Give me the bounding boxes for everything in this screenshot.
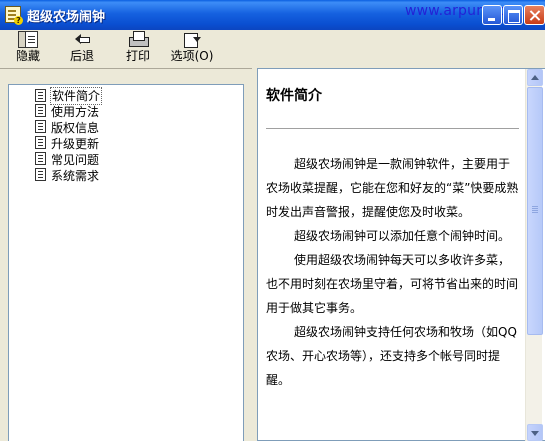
options-label: 选项(O) [170, 49, 214, 63]
toolbar: 隐藏 后退 打印 选项(O) [0, 30, 545, 68]
tree-item-requirements[interactable]: 系统需求 [35, 167, 102, 183]
tree-item-label: 使用方法 [51, 104, 100, 119]
options-button[interactable]: 选项(O) [166, 31, 218, 67]
content-paragraph: 使用超级农场闹钟每天可以多收许多菜，也不用时刻在农场里守着，可将节省出来的时间用… [266, 253, 519, 315]
window-title: 超级农场闹钟 [27, 10, 106, 25]
back-button[interactable]: 后退 [64, 31, 100, 67]
options-menu-icon [180, 31, 204, 48]
document-icon [35, 104, 46, 117]
tree-item-label: 升级更新 [51, 136, 100, 151]
content-title: 软件简介 [266, 88, 322, 104]
print-label: 打印 [125, 49, 150, 63]
tree-item-faq[interactable]: 常见问题 [35, 151, 102, 167]
tree-item-label: 系统需求 [51, 168, 100, 183]
tree-item-updates[interactable]: 升级更新 [35, 135, 102, 151]
document-icon [35, 152, 46, 165]
scroll-thumb[interactable] [527, 87, 543, 335]
tree-item-usage[interactable]: 使用方法 [35, 103, 102, 119]
back-arrow-icon [70, 31, 94, 48]
document-icon [35, 120, 46, 133]
content-scrollbar[interactable] [525, 69, 543, 441]
back-label: 后退 [69, 49, 94, 63]
help-content: 软件简介 超级农场闹钟是一款闹钟软件，主要用于农场收菜提醒，它能在您和好友的“菜… [266, 77, 519, 392]
tree-item-label: 常见问题 [51, 152, 100, 167]
minimize-button[interactable] [482, 5, 502, 25]
contents-tree: 软件简介 使用方法 版权信息 升级更新 常见问题 系统需求 [35, 87, 103, 183]
maximize-button[interactable] [503, 5, 523, 25]
tree-item-intro[interactable]: 软件简介 [35, 87, 103, 105]
document-icon [35, 168, 46, 181]
hide-label: 隐藏 [15, 49, 40, 63]
help-book-icon [5, 6, 23, 25]
close-button[interactable] [524, 5, 545, 25]
contents-tree-box: 软件简介 使用方法 版权信息 升级更新 常见问题 系统需求 [8, 84, 244, 441]
tree-item-label: 版权信息 [51, 120, 100, 135]
content-paragraph: 超级农场闹钟支持任何农场和牧场（如QQ农场、开心农场等），还支持多个帐号同时提醒… [266, 325, 517, 387]
print-button[interactable]: 打印 [120, 31, 156, 67]
document-icon [35, 136, 46, 149]
document-icon [35, 88, 46, 102]
printer-icon [126, 31, 150, 48]
hide-button[interactable]: 隐藏 [10, 31, 46, 67]
content-body: 超级农场闹钟是一款闹钟软件，主要用于农场收菜提醒，它能在您和好友的“菜”快要成熟… [266, 152, 519, 392]
content-paragraph: 超级农场闹钟可以添加任意个闹钟时间。 [294, 229, 511, 243]
navigation-pane: 软件简介 使用方法 版权信息 升级更新 常见问题 系统需求 [0, 68, 252, 441]
content-divider [266, 128, 519, 130]
content-pane: 软件简介 超级农场闹钟是一款闹钟软件，主要用于农场收菜提醒，它能在您和好友的“菜… [257, 68, 545, 441]
tree-item-copyright[interactable]: 版权信息 [35, 119, 102, 135]
title-bar[interactable]: 超级农场闹钟 www.arpun.com [0, 0, 545, 30]
content-paragraph: 超级农场闹钟是一款闹钟软件，主要用于农场收菜提醒，它能在您和好友的“菜”快要成熟… [266, 157, 519, 219]
scroll-down-button[interactable] [527, 424, 543, 441]
scroll-up-button[interactable] [527, 69, 543, 86]
hide-pane-icon [18, 31, 38, 48]
